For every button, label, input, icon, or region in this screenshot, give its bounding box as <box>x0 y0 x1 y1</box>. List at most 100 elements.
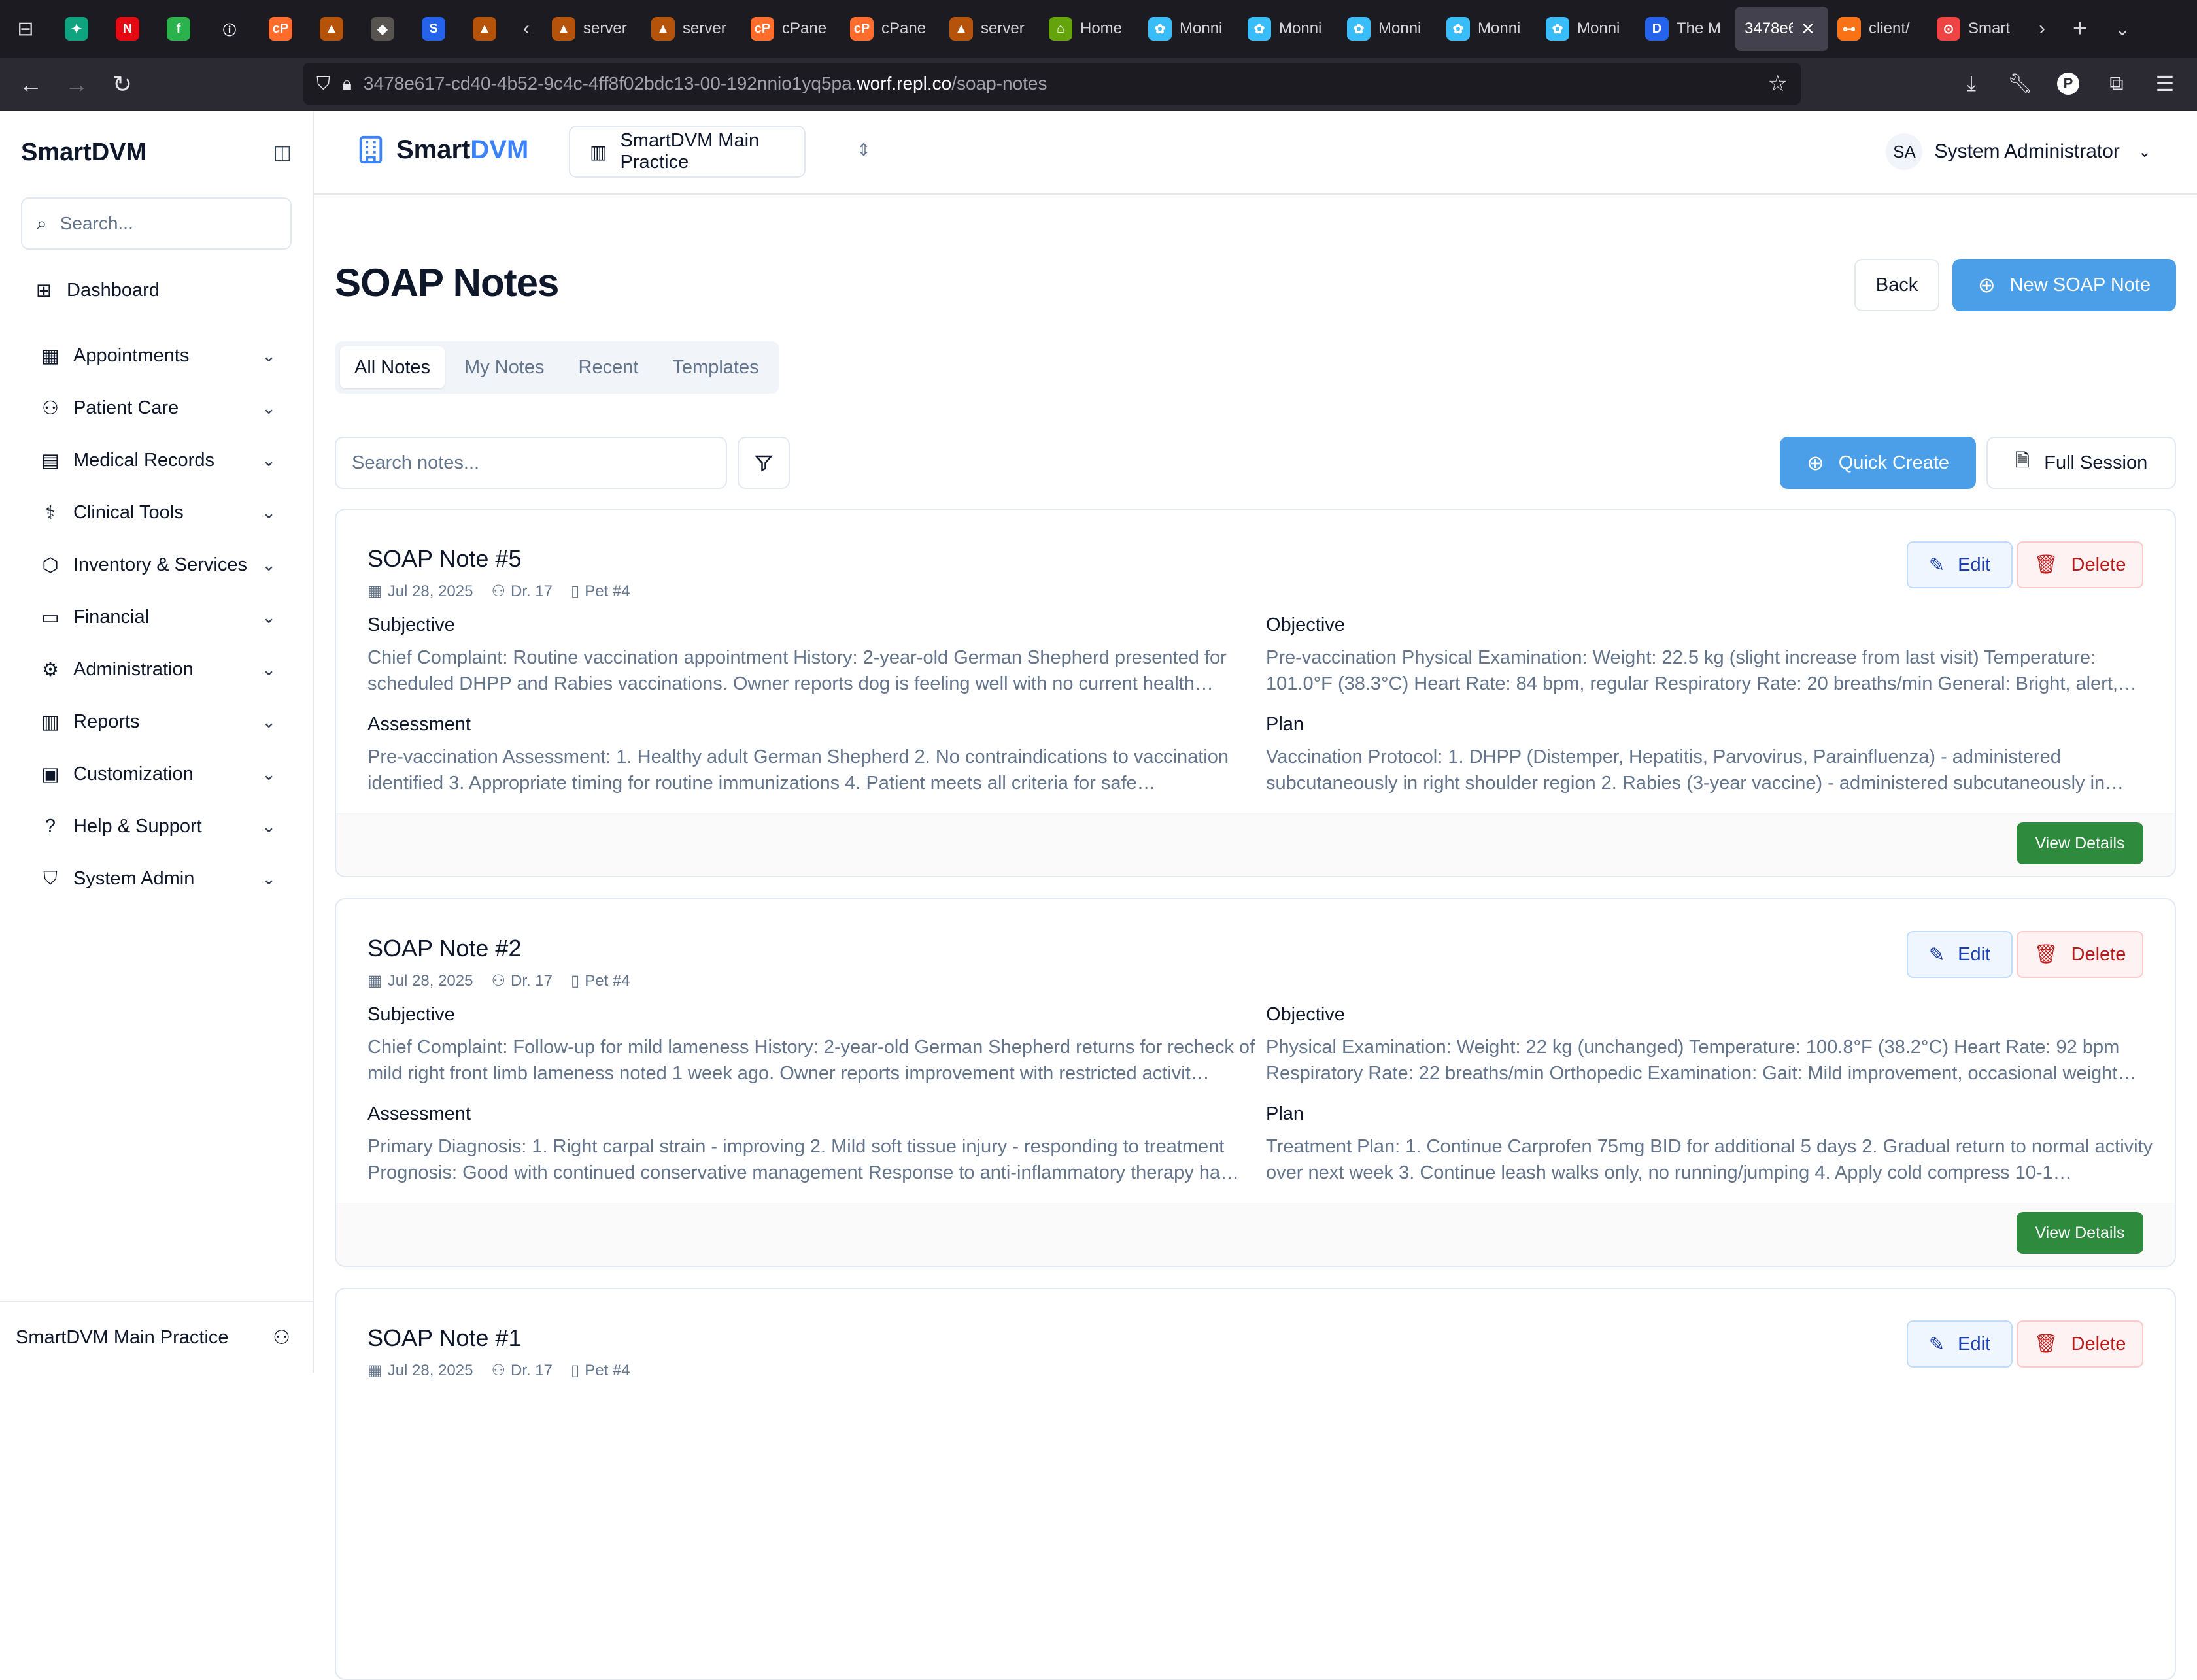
tab-list-icon[interactable]: ⌄ <box>2103 7 2142 51</box>
browser-tab[interactable]: ⌂ Home <box>1040 7 1139 51</box>
forward-arrow-icon[interactable]: → <box>54 65 99 104</box>
sidebar-footer[interactable]: SmartDVM Main Practice ⚇ <box>0 1301 314 1373</box>
browser-tab[interactable]: D The M <box>1636 7 1735 51</box>
tab-all-notes[interactable]: All Notes <box>340 346 445 388</box>
browser-tab[interactable]: ✦ <box>51 7 102 51</box>
tab-my-notes[interactable]: My Notes <box>450 346 558 388</box>
server-icon: ▲ <box>320 17 343 41</box>
browser-tab[interactable]: ▲ <box>459 7 510 51</box>
browser-tab[interactable]: ✿ Monni <box>1437 7 1537 51</box>
address-bar[interactable]: ⛉ 🔒︎ 3478e617-cd40-4b52-9c4c-4ff8f02bdc1… <box>303 63 1801 105</box>
note-title: SOAP Note #5 <box>367 545 522 572</box>
browser-tab[interactable]: ✿ Monni <box>1139 7 1238 51</box>
edit-button[interactable]: ✎ Edit <box>1907 931 2013 978</box>
tab-recent[interactable]: Recent <box>564 346 653 388</box>
tab-label: Home <box>1080 20 1123 37</box>
browser-tab[interactable]: S <box>408 7 459 51</box>
browser-tab[interactable]: cP cPane <box>841 7 940 51</box>
close-tab-icon[interactable]: ✕ <box>1801 19 1815 39</box>
profile-p-icon[interactable]: P <box>2045 64 2091 103</box>
browser-tab[interactable]: ✿ Monni <box>1238 7 1338 51</box>
view-details-button[interactable]: View Details <box>2017 822 2143 864</box>
full-session-button[interactable]: 🗎︎ Full Session <box>1986 437 2176 489</box>
view-details-button[interactable]: View Details <box>2017 1212 2143 1254</box>
edit-button[interactable]: ✎ Edit <box>1907 541 2013 588</box>
sidebar-item-patient-care[interactable]: ⚇ Patient Care ⌄ <box>41 388 276 428</box>
delete-button[interactable]: 🗑︎ Delete <box>2017 1320 2143 1368</box>
monni-icon: ✿ <box>1248 17 1271 41</box>
back-button[interactable]: Back <box>1854 259 1939 311</box>
tab-scroll-right-icon[interactable]: › <box>2027 7 2057 51</box>
tab-label: Monni <box>1378 20 1422 37</box>
practice-selector[interactable]: ▥ SmartDVM Main Practice <box>569 126 806 178</box>
browser-tab[interactable]: cP <box>255 7 306 51</box>
sidebar-item-financial[interactable]: ▭ Financial ⌄ <box>41 597 276 637</box>
server-icon: ▲ <box>473 17 496 41</box>
sidebar-item-help-support[interactable]: ? Help & Support ⌄ <box>41 807 276 846</box>
sidebar-item-appointments[interactable]: ▦ Appointments ⌄ <box>41 336 276 375</box>
sidebar-item-label: Clinical Tools <box>73 501 184 523</box>
sidebar-item-inventory-services[interactable]: ⬡ Inventory & Services ⌄ <box>41 545 276 584</box>
user-icon[interactable]: ⚇ <box>273 1326 290 1349</box>
user-menu[interactable]: SA System Administrator ⌄ <box>1886 133 2151 170</box>
sidebar-item-reports[interactable]: ▥ Reports ⌄ <box>41 702 276 741</box>
shield-icon: ⛉ <box>43 867 58 889</box>
assessment-heading: Assessment <box>367 1103 471 1124</box>
app-logo[interactable]: SmartDVM <box>356 135 528 165</box>
browser-tab[interactable]: ◆ <box>357 7 408 51</box>
filter-icon <box>754 455 774 472</box>
monni-icon: ✿ <box>1148 17 1172 41</box>
monni-icon: ✿ <box>1347 17 1371 41</box>
chevrons-up-down-icon[interactable]: ⇕ <box>857 140 871 160</box>
browser-tab[interactable]: ⊶ client/ <box>1828 7 1928 51</box>
browser-tab[interactable]: N <box>102 7 153 51</box>
tab-active[interactable]: 3478e6 ✕ <box>1735 7 1828 51</box>
sidebar-item-customization[interactable]: ▣ Customization ⌄ <box>41 754 276 794</box>
delete-button[interactable]: 🗑︎ Delete <box>2017 541 2143 588</box>
sidebar-search-input[interactable]: ⌕ Search... <box>21 197 292 250</box>
sidebar-item-clinical-tools[interactable]: ⚕ Clinical Tools ⌄ <box>41 493 276 532</box>
browser-tab[interactable]: cP cPane <box>741 7 841 51</box>
sidebar-item-dashboard[interactable]: ⊞ Dashboard <box>34 271 276 310</box>
menu-icon[interactable]: ☰ <box>2142 64 2188 103</box>
sidebar-item-administration[interactable]: ⚙ Administration ⌄ <box>41 650 276 689</box>
delete-button[interactable]: 🗑︎ Delete <box>2017 931 2143 978</box>
credit-card-icon: ▭ <box>41 607 60 628</box>
tab-label: Monni <box>1279 20 1322 37</box>
shield-icon[interactable]: ⛉ <box>316 73 330 95</box>
quick-create-button[interactable]: ⊕ Quick Create <box>1780 437 1976 489</box>
browser-tab[interactable]: ▲ <box>306 7 357 51</box>
reload-icon[interactable]: ↻ <box>99 65 145 104</box>
sidebar-item-system-admin[interactable]: ⛉ System Admin ⌄ <box>41 859 276 898</box>
extensions-icon[interactable]: ⧉ <box>2094 64 2139 103</box>
new-soap-note-button[interactable]: ⊕ New SOAP Note <box>1952 259 2176 311</box>
browser-tab[interactable]: ✿ Monni <box>1338 7 1437 51</box>
new-tab-icon[interactable]: + <box>2057 7 2103 51</box>
sidebar-toggle-icon[interactable]: ◫ <box>273 141 292 164</box>
subjective-heading: Subjective <box>367 1004 455 1025</box>
wrench-icon[interactable]: 🔧︎ <box>1997 64 2043 103</box>
package-icon: ⬡ <box>42 554 59 576</box>
browser-tab[interactable]: ▲ server <box>940 7 1040 51</box>
back-arrow-icon[interactable]: ← <box>8 65 54 104</box>
filter-button[interactable] <box>738 437 790 489</box>
subjective-heading: Subjective <box>367 614 455 635</box>
browser-tab[interactable]: ⊙ Smart <box>1928 7 2027 51</box>
tab-label: cPane <box>782 20 827 37</box>
edit-button[interactable]: ✎ Edit <box>1907 1320 2013 1368</box>
settings-icon: ⚙ <box>42 659 59 680</box>
edit-icon: ✎ <box>1928 554 1945 576</box>
browser-tab[interactable]: ⓘ <box>204 7 255 51</box>
browser-tab[interactable]: f <box>153 7 204 51</box>
sidebar-item-medical-records[interactable]: ▤ Medical Records ⌄ <box>41 441 276 480</box>
stethoscope-icon: ⚕ <box>45 502 56 524</box>
browser-tab[interactable]: ✿ Monni <box>1537 7 1636 51</box>
tab-templates[interactable]: Templates <box>658 346 773 388</box>
download-icon[interactable]: ⤓ <box>1949 64 1994 103</box>
tab-overview-icon[interactable]: ⊟ <box>0 7 51 51</box>
search-notes-input[interactable]: Search notes... <box>335 437 727 489</box>
bookmark-star-icon[interactable]: ☆ <box>1768 71 1788 97</box>
browser-tab[interactable]: ▲ server <box>642 7 741 51</box>
browser-tab[interactable]: ▲ server <box>543 7 642 51</box>
tab-scroll-left-icon[interactable]: ‹ <box>510 7 543 51</box>
